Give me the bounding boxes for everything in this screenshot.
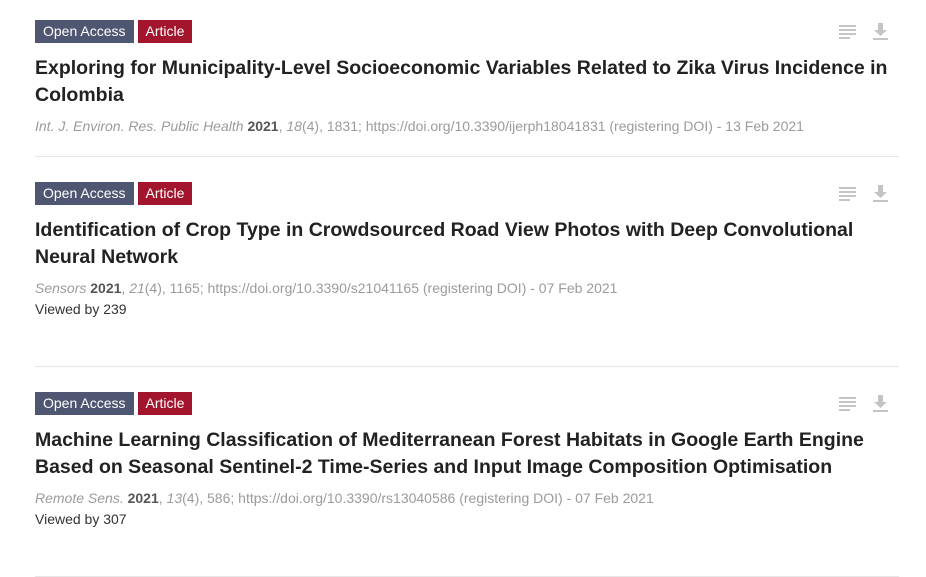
article-type-badge: Article (137, 20, 193, 43)
article-type-badge: Article (137, 392, 193, 415)
article-citation: Remote Sens. 2021, 13(4), 586; https://d… (35, 490, 654, 506)
download-icon[interactable] (872, 185, 889, 202)
download-icon[interactable] (872, 23, 889, 40)
article-volume: 18 (286, 118, 302, 134)
lines-icon[interactable] (839, 23, 856, 40)
article-item: Open Access Article Machine Learning Cla… (35, 392, 899, 577)
article-list: Open Access Article Exploring for Munici… (35, 20, 899, 577)
article-tools (839, 395, 889, 412)
article-citation-rest: (4), 586; https://doi.org/10.3390/rs1304… (182, 490, 654, 506)
article-citation-rest: (4), 1165; https://doi.org/10.3390/s2104… (144, 280, 618, 296)
article-tools (839, 23, 889, 40)
lines-icon[interactable] (839, 395, 856, 412)
article-title[interactable]: Machine Learning Classification of Medit… (35, 427, 895, 481)
article-title[interactable]: Exploring for Municipality-Level Socioec… (35, 55, 895, 109)
article-title[interactable]: Identification of Crop Type in Crowdsour… (35, 217, 895, 271)
article-item: Open Access Article Identification of Cr… (35, 182, 899, 367)
article-citation: Int. J. Environ. Res. Public Health 2021… (35, 118, 804, 134)
journal-name: Sensors (35, 280, 87, 296)
article-badges: Open Access Article (35, 20, 899, 43)
article-citation: Sensors 2021, 21(4), 1165; https://doi.o… (35, 280, 618, 296)
article-year: 2021 (247, 118, 279, 134)
open-access-badge: Open Access (35, 182, 134, 205)
article-year: 2021 (127, 490, 159, 506)
article-badges: Open Access Article (35, 182, 899, 205)
journal-name: Int. J. Environ. Res. Public Health (35, 118, 244, 134)
article-tools (839, 185, 889, 202)
article-year: 2021 (90, 280, 122, 296)
view-count: Viewed by 307 (35, 511, 127, 527)
view-count: Viewed by 239 (35, 301, 127, 317)
journal-name: Remote Sens. (35, 490, 124, 506)
open-access-badge: Open Access (35, 392, 134, 415)
article-volume: 13 (166, 490, 183, 506)
open-access-badge: Open Access (35, 20, 134, 43)
article-item: Open Access Article Exploring for Munici… (35, 20, 899, 157)
article-badges: Open Access Article (35, 392, 899, 415)
article-volume: 21 (129, 280, 145, 296)
lines-icon[interactable] (839, 185, 856, 202)
article-citation-rest: (4), 1831; https://doi.org/10.3390/ijerp… (301, 118, 804, 134)
download-icon[interactable] (872, 395, 889, 412)
article-type-badge: Article (137, 182, 193, 205)
